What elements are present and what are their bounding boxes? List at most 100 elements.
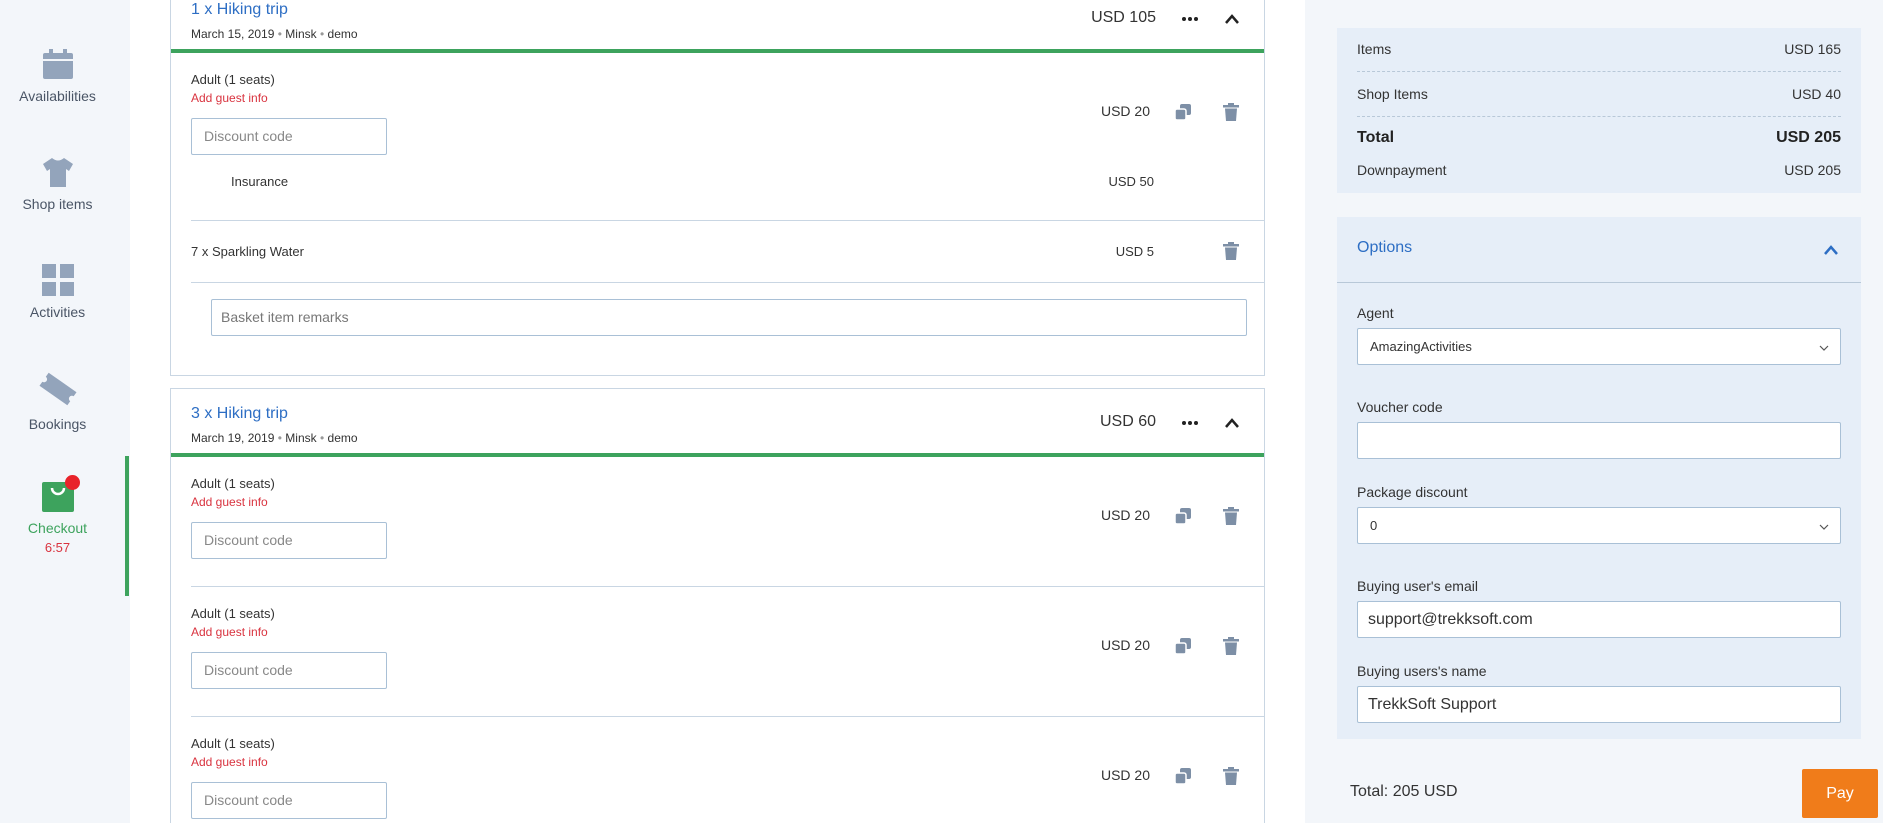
addon-price: USD 50 [1108,174,1154,189]
grid-icon [41,264,74,296]
package-discount-label: Package discount [1357,484,1468,500]
agent-label: Agent [1357,305,1394,321]
sidebar-item-checkout[interactable]: Checkout 6:57 [0,478,115,555]
duplicate-icon[interactable] [1174,767,1192,785]
card-meta: March 15, 2019 • Minsk • demo [191,27,358,41]
list-item: Adult (1 seats) Add guest info Discount … [191,457,1264,587]
remarks-row: Basket item remarks [171,283,1264,363]
ticket-label: Adult (1 seats) [191,606,275,621]
divider [1357,71,1841,72]
calendar-icon [42,49,73,79]
sidebar-item-shop-items[interactable]: Shop items [0,156,115,214]
card-date: March 15, 2019 [191,27,275,41]
duplicate-icon[interactable] [1174,637,1192,655]
agent-select[interactable]: AmazingActivities [1357,328,1841,365]
card-header: 1 x Hiking trip March 15, 2019 • Minsk •… [171,0,1264,53]
pay-button[interactable]: Pay [1802,769,1878,818]
card-header: 3 x Hiking trip March 19, 2019 • Minsk •… [171,389,1264,457]
list-item: Adult (1 seats) Add guest info Discount … [191,53,1264,221]
card-title[interactable]: 3 x Hiking trip [191,405,288,423]
trash-icon[interactable] [1222,103,1240,121]
package-discount-value: 0 [1370,518,1378,533]
active-indicator [125,456,129,596]
tshirt-icon [42,158,73,187]
options-header[interactable]: Options [1337,217,1861,283]
summary-value: USD 40 [1791,86,1841,102]
ticket-price: USD 20 [1100,767,1150,783]
addon-label: Insurance [231,174,289,189]
sidebar-item-bookings[interactable]: Bookings [0,370,115,434]
card-location: Minsk [285,27,317,41]
ticket-label: Adult (1 seats) [191,72,275,87]
chevron-down-icon [1819,524,1829,530]
summary-total-row: Total USD 205 [1357,129,1841,147]
add-guest-info-link[interactable]: Add guest info [191,755,268,769]
duplicate-icon[interactable] [1174,103,1192,121]
more-icon[interactable] [1180,413,1200,433]
sidebar-item-label: Activities [29,304,86,320]
package-discount-select[interactable]: 0 [1357,507,1841,544]
summary-label: Total [1357,129,1395,146]
name-label: Buying users's name [1357,663,1487,679]
card-price: USD 105 [1091,9,1156,26]
sidebar-item-label: Shop items [22,196,93,212]
footer-total: Total: 205 USD [1350,783,1458,800]
more-icon[interactable] [1180,9,1200,29]
card-meta: March 19, 2019 • Minsk • demo [191,431,358,445]
duplicate-icon[interactable] [1174,507,1192,525]
remarks-input[interactable]: Basket item remarks [211,299,1247,336]
discount-code-input[interactable]: Discount code [191,652,387,689]
price-summary: Items USD 165 Shop Items USD 40 Total US… [1337,28,1861,193]
options-title: Options [1357,239,1413,256]
chevron-up-icon[interactable] [1222,9,1242,29]
email-label: Buying user's email [1357,578,1478,594]
name-field[interactable]: TrekkSoft Support [1357,686,1841,723]
email-field[interactable]: support@trekksoft.com [1357,601,1841,638]
ticket-label: Adult (1 seats) [191,736,275,751]
sidebar-item-availabilities[interactable]: Availabilities [0,48,115,106]
chevron-up-icon[interactable] [1222,413,1242,433]
trash-icon[interactable] [1222,767,1240,785]
add-guest-info-link[interactable]: Add guest info [191,495,268,509]
sidebar-item-activities[interactable]: Activities [0,264,115,322]
chevron-down-icon [1819,345,1829,351]
sidebar-item-label: Availabilities [19,88,96,104]
ticket-price: USD 20 [1100,507,1150,523]
summary-downpayment-row: Downpayment USD 205 [1357,162,1841,178]
list-item: 7 x Sparkling Water USD 5 [191,221,1264,283]
agent-value: AmazingActivities [1370,339,1472,354]
discount-code-input[interactable]: Discount code [191,522,387,559]
card-tag: demo [327,27,358,41]
sidebar-item-label: Checkout [27,520,88,536]
summary-shop-row: Shop Items USD 40 [1357,86,1841,102]
booking-card: 3 x Hiking trip March 19, 2019 • Minsk •… [170,388,1265,823]
summary-items-row: Items USD 165 [1357,41,1841,57]
card-title[interactable]: 1 x Hiking trip [191,1,288,19]
discount-code-input[interactable]: Discount code [191,118,387,155]
trash-icon[interactable] [1222,242,1240,260]
card-location: Minsk [285,431,317,445]
card-tag: demo [327,431,358,445]
list-item: Adult (1 seats) Add guest info Discount … [191,717,1264,823]
ticket-price: USD 20 [1100,637,1150,653]
summary-label: Downpayment [1357,162,1447,178]
trash-icon[interactable] [1222,507,1240,525]
item-price: USD 5 [1115,244,1154,259]
summary-value: USD 205 [1784,162,1841,178]
voucher-code-input[interactable] [1357,422,1841,459]
summary-label: Items [1357,41,1392,57]
card-date: March 19, 2019 [191,431,275,445]
checkout-timer: 6:57 [44,540,71,555]
add-guest-info-link[interactable]: Add guest info [191,625,268,639]
chevron-up-icon[interactable] [1821,240,1841,260]
discount-code-input[interactable]: Discount code [191,782,387,819]
ticket-icon [38,372,77,406]
add-guest-info-link[interactable]: Add guest info [191,91,268,105]
divider [1357,116,1841,117]
notification-badge [65,475,80,490]
summary-value: USD 205 [1776,129,1841,146]
trash-icon[interactable] [1222,637,1240,655]
voucher-label: Voucher code [1357,399,1443,415]
booking-card: 1 x Hiking trip March 15, 2019 • Minsk •… [170,0,1265,376]
summary-label: Shop Items [1357,86,1428,102]
